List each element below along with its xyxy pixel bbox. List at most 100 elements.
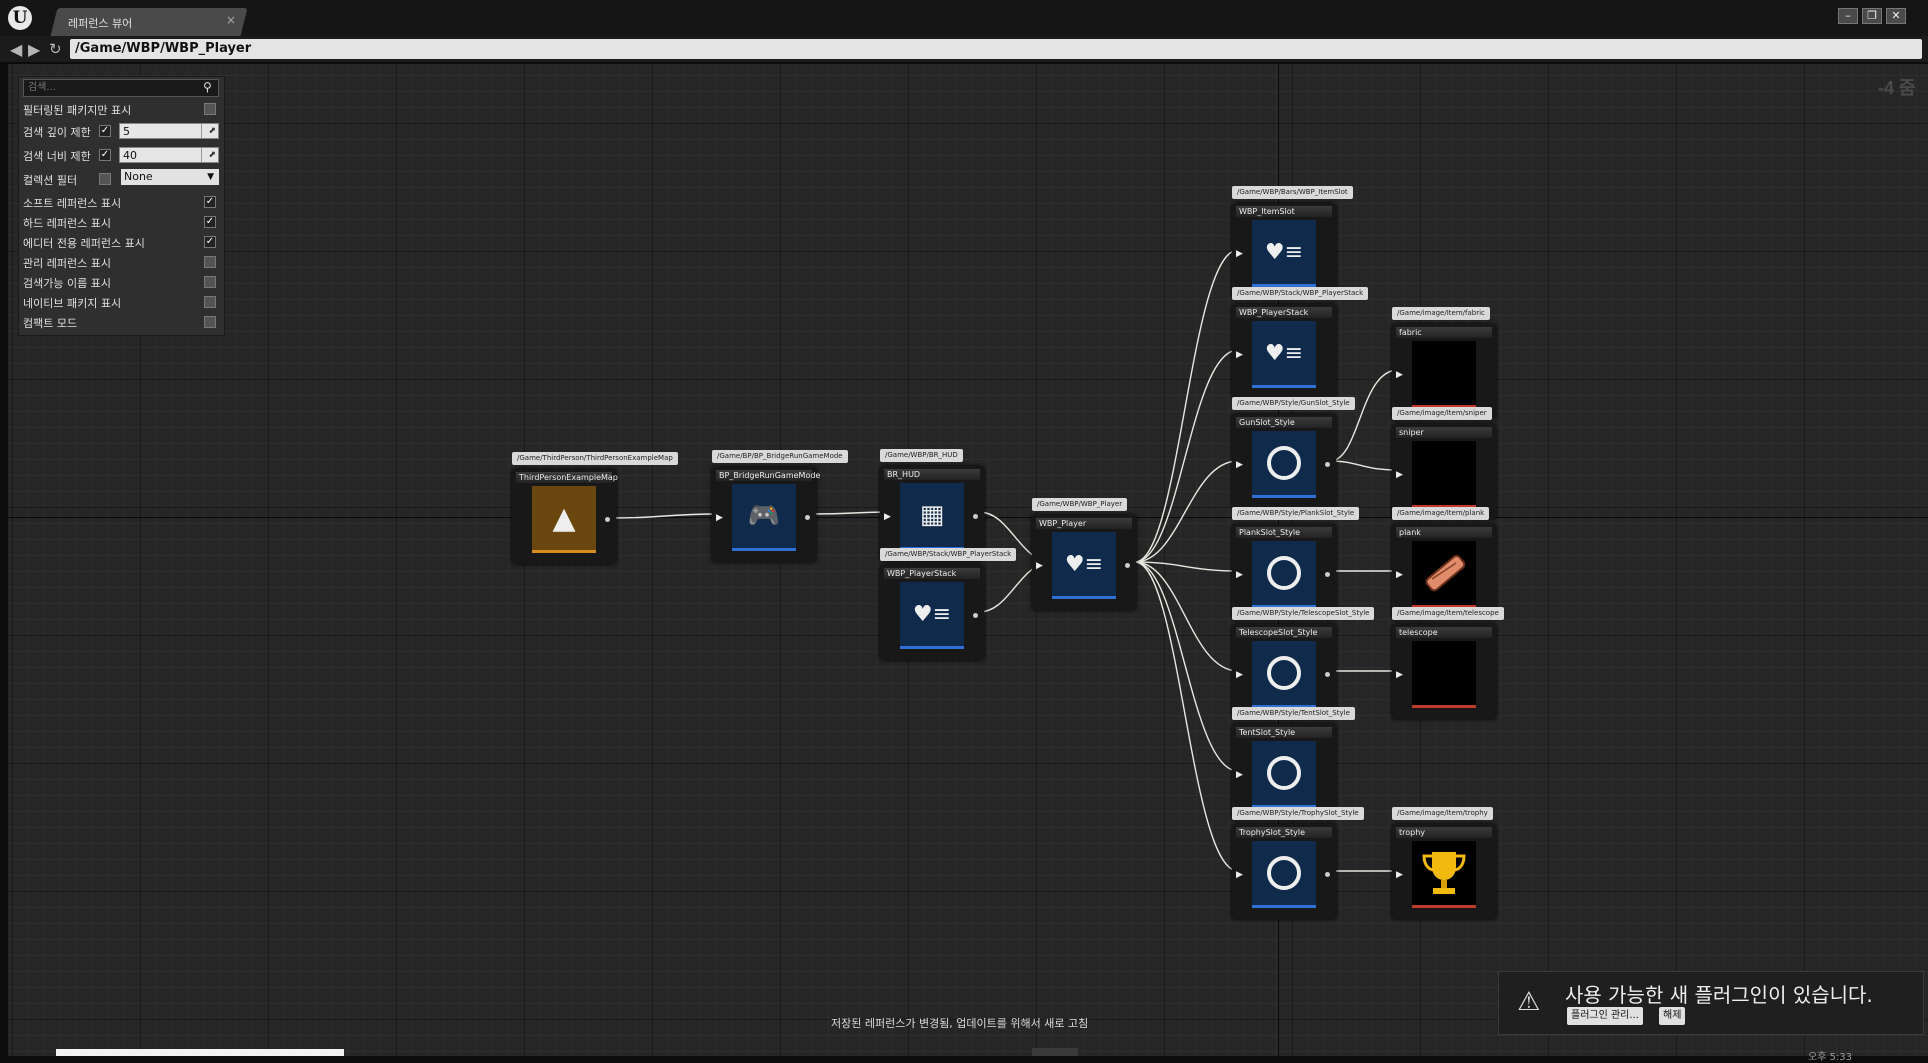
asset-node-trophy[interactable]: /Game/image/Item/trophy trophy ▶ (1392, 807, 1496, 919)
asset-node-wbp-playerstack-2[interactable]: /Game/WBP/Stack/WBP_PlayerStack WBP_Play… (1232, 287, 1369, 399)
asset-node-bp-bridgerungamemode[interactable]: /Game/BP/BP_BridgeRunGameMode BP_BridgeR… (712, 450, 848, 562)
widget-icon: ♥≡ (1252, 220, 1316, 287)
search-input[interactable]: 검색... (23, 79, 219, 97)
asset-node-telescopeslot-style[interactable]: /Game/WBP/Style/TelescopeSlot_Style Tele… (1232, 607, 1375, 719)
close-button[interactable]: ✕ (1886, 8, 1906, 24)
asset-node-gunslot-style[interactable]: /Game/WBP/Style/GunSlot_Style GunSlot_St… (1232, 397, 1355, 509)
editor-only-references-checkbox[interactable]: ✓ (204, 236, 216, 248)
ring-icon (1252, 541, 1316, 608)
output-pin[interactable] (1325, 572, 1330, 577)
input-pin[interactable]: ▶ (1236, 670, 1243, 680)
texture-icon (1412, 641, 1476, 708)
input-pin[interactable]: ▶ (1396, 570, 1403, 580)
gamepad-icon: 🎮 (732, 484, 796, 551)
input-pin[interactable]: ▶ (1236, 570, 1243, 580)
input-pin[interactable]: ▶ (1236, 249, 1243, 259)
filtered-only-checkbox[interactable] (204, 103, 216, 115)
ring-icon (1252, 641, 1316, 708)
node-path: /Game/WBP/Stack/WBP_PlayerStack (880, 548, 1017, 561)
option-label: 하드 레퍼런스 표시 (23, 217, 111, 230)
node-name: TelescopeSlot_Style (1236, 627, 1332, 638)
output-pin[interactable] (1325, 672, 1330, 677)
node-name: TrophySlot_Style (1236, 827, 1332, 838)
node-path: /Game/WBP/Stack/WBP_PlayerStack (1232, 287, 1369, 300)
asset-node-br-hud[interactable]: /Game/WBP/BR_HUD BR_HUD ▦ ▶ (880, 449, 984, 561)
depth-limit-value: 5 (123, 125, 130, 138)
spin-arrows-icon[interactable]: ⬈ (208, 124, 216, 139)
node-path: /Game/image/Item/telescope (1392, 607, 1504, 620)
manage-plugins-button[interactable]: 플러그인 관리... (1567, 1007, 1643, 1025)
arrow-right-icon[interactable]: ▶ (28, 40, 40, 59)
ring-icon (1252, 841, 1316, 908)
breadth-limit-value: 40 (123, 149, 137, 162)
asset-node-telescope[interactable]: /Game/image/Item/telescope telescope ▶ (1392, 607, 1504, 719)
plugin-notification: ⚠ 사용 가능한 새 플러그인이 있습니다. 플러그인 관리... 해제 (1498, 971, 1924, 1035)
input-pin[interactable]: ▶ (1236, 350, 1243, 360)
dismiss-button[interactable]: 해제 (1659, 1007, 1686, 1025)
output-pin[interactable] (973, 613, 978, 618)
breadth-limit-checkbox[interactable]: ✓ (99, 149, 111, 161)
taskbar-item[interactable] (1032, 1048, 1078, 1056)
input-pin[interactable]: ▶ (1396, 470, 1403, 480)
output-pin[interactable] (1325, 872, 1330, 877)
asset-node-plank[interactable]: /Game/image/Item/plank plank ▶ (1392, 507, 1496, 619)
option-label: 에디터 전용 레퍼런스 표시 (23, 237, 145, 250)
option-label: 소프트 레퍼런스 표시 (23, 197, 122, 210)
asset-node-sniper[interactable]: /Game/image/Item/sniper sniper ▶ (1392, 407, 1496, 519)
management-references-checkbox[interactable] (204, 256, 216, 268)
chevron-down-icon: ▼ (207, 172, 214, 182)
spin-arrows-icon[interactable]: ⬈ (208, 148, 216, 163)
refresh-icon[interactable]: ↻ (49, 40, 62, 58)
minimize-button[interactable]: – (1838, 8, 1858, 24)
unreal-logo-icon: U (8, 6, 32, 30)
taskbar-thumbnail[interactable] (56, 1049, 344, 1056)
maximize-button[interactable]: ❐ (1862, 8, 1882, 24)
collection-filter-checkbox[interactable] (99, 173, 111, 185)
compact-mode-checkbox[interactable] (204, 316, 216, 328)
output-pin[interactable] (973, 514, 978, 519)
warning-icon: ⚠ (1517, 987, 1541, 1017)
collection-filter-label: 컬렉션 필터 (23, 174, 78, 187)
input-pin[interactable]: ▶ (1396, 370, 1403, 380)
input-pin[interactable]: ▶ (1036, 561, 1043, 571)
output-pin[interactable] (1125, 563, 1130, 568)
input-pin[interactable]: ▶ (1236, 770, 1243, 780)
output-pin[interactable] (605, 517, 610, 522)
plank-icon (1412, 541, 1476, 608)
tab-close-icon[interactable]: × (226, 13, 236, 27)
input-pin[interactable]: ▶ (1396, 870, 1403, 880)
node-path: /Game/image/Item/trophy (1392, 807, 1493, 820)
depth-limit-checkbox[interactable]: ✓ (99, 125, 111, 137)
input-pin[interactable]: ▶ (884, 512, 891, 522)
asset-node-fabric[interactable]: /Game/image/Item/fabric fabric ▶ (1392, 307, 1496, 419)
asset-node-trophyslot-style[interactable]: /Game/WBP/Style/TrophySlot_Style TrophyS… (1232, 807, 1364, 919)
asset-node-tentslot-style[interactable]: /Game/WBP/Style/TentSlot_Style TentSlot_… (1232, 707, 1355, 819)
asset-node-wbp-player[interactable]: /Game/WBP/WBP_Player WBP_Player ♥≡ ▶ (1032, 498, 1136, 610)
asset-node-plankslot-style[interactable]: /Game/WBP/Style/PlankSlot_Style PlankSlo… (1232, 507, 1360, 619)
native-packages-checkbox[interactable] (204, 296, 216, 308)
filtered-only-label: 필터링된 패키지만 표시 (23, 104, 132, 117)
arrow-left-icon[interactable]: ◀ (10, 40, 22, 59)
depth-limit-input[interactable]: 5 ⬈ (119, 123, 219, 139)
texture-icon (1412, 441, 1476, 508)
output-pin[interactable] (1325, 462, 1330, 467)
asset-node-thirdpersonexamplemap[interactable]: /Game/ThirdPerson/ThirdPersonExampleMap … (512, 452, 678, 564)
output-pin[interactable] (805, 515, 810, 520)
soft-references-checkbox[interactable]: ✓ (204, 196, 216, 208)
refresh-status-message[interactable]: 저장된 레퍼런스가 변경됨, 업데이트를 위해서 새로 고침 (831, 1015, 1088, 1031)
asset-path-input[interactable]: /Game/WBP/WBP_Player (70, 39, 1922, 59)
node-name: ThirdPersonExampleMap (516, 472, 618, 483)
input-pin[interactable]: ▶ (716, 513, 723, 523)
hard-references-checkbox[interactable]: ✓ (204, 216, 216, 228)
input-pin[interactable]: ▶ (1236, 460, 1243, 470)
search-icon[interactable]: ⚲ (203, 79, 218, 96)
searchable-names-checkbox[interactable] (204, 276, 216, 288)
input-pin[interactable]: ▶ (1396, 670, 1403, 680)
input-pin[interactable]: ▶ (1236, 870, 1243, 880)
asset-node-wbp-itemslot[interactable]: /Game/WBP/Bars/WBP_ItemSlot WBP_ItemSlot… (1232, 186, 1353, 298)
depth-limit-label: 검색 깊이 제한 (23, 126, 91, 139)
collection-filter-dropdown[interactable]: None ▼ (121, 169, 219, 185)
asset-node-wbp-playerstack[interactable]: /Game/WBP/Stack/WBP_PlayerStack WBP_Play… (880, 548, 1017, 660)
widget-icon: ♥≡ (900, 582, 964, 649)
breadth-limit-input[interactable]: 40 ⬈ (119, 147, 219, 163)
